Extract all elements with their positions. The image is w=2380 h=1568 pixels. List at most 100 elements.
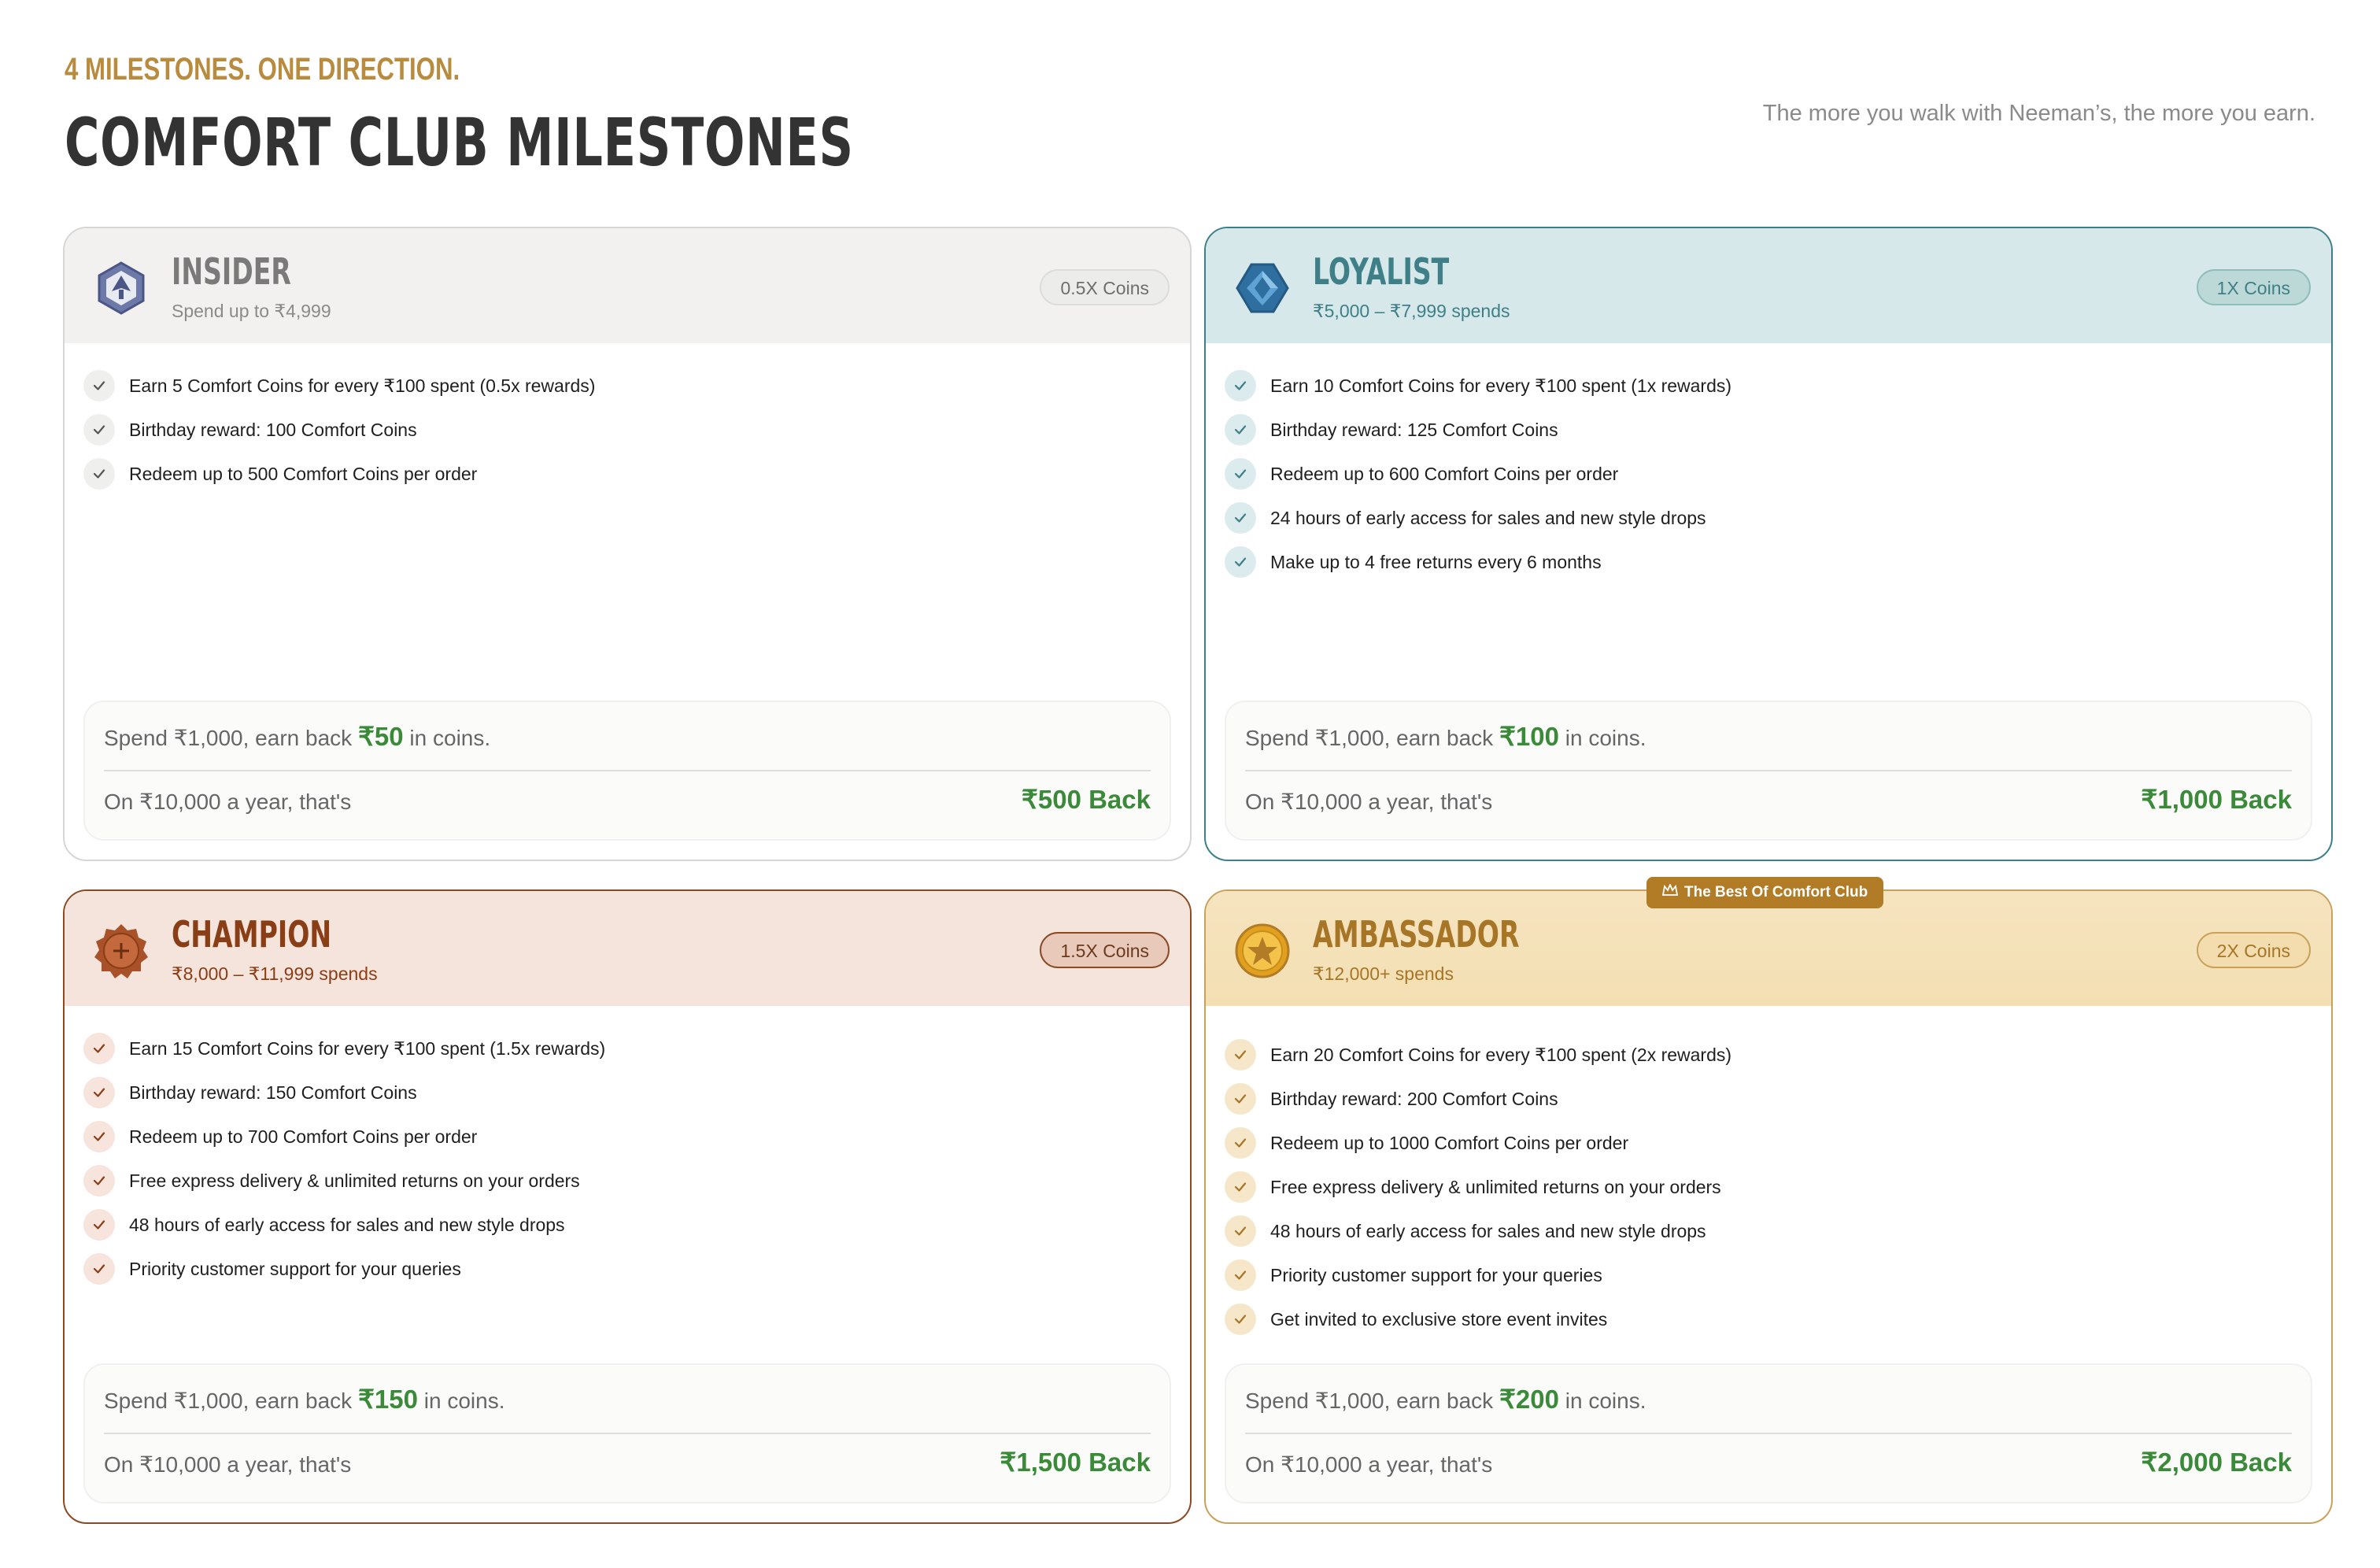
coins-multiplier-badge: 1.5X Coins (1040, 932, 1170, 968)
benefit-item: Earn 20 Comfort Coins for every ₹100 spe… (1225, 1033, 1731, 1077)
check-icon (1225, 1304, 1256, 1335)
divider (104, 770, 1151, 771)
yearly-label: On ₹10,000 a year, that's (1245, 1452, 1493, 1477)
coins-multiplier-badge: 0.5X Coins (1040, 269, 1170, 305)
benefit-item: Free express delivery & unlimited return… (83, 1159, 605, 1203)
benefit-item: Birthday reward: 150 Comfort Coins (83, 1071, 605, 1115)
benefit-text: Earn 15 Comfort Coins for every ₹100 spe… (129, 1037, 606, 1059)
coins-multiplier-badge: 2X Coins (2196, 932, 2311, 968)
tier-range: Spend up to ₹4,999 (172, 301, 331, 321)
tier-header: CHAMPION ₹8,000 – ₹11,999 spends 1.5X Co… (65, 891, 1190, 1006)
benefit-text: Birthday reward: 200 Comfort Coins (1270, 1088, 1558, 1109)
benefit-item: Earn 15 Comfort Coins for every ₹100 spe… (83, 1026, 605, 1071)
check-icon (1225, 1039, 1256, 1071)
section-eyebrow: 4 MILESTONES. ONE DIRECTION. (65, 52, 460, 87)
benefit-item: Earn 5 Comfort Coins for every ₹100 spen… (83, 364, 595, 408)
check-icon (83, 1165, 115, 1196)
benefit-item: Get invited to exclusive store event inv… (1225, 1297, 1731, 1341)
diamond-badge-icon (1234, 260, 1291, 316)
ribbon-label: The Best Of Comfort Club (1684, 884, 1868, 900)
benefit-text: Get invited to exclusive store event inv… (1270, 1308, 1608, 1329)
benefit-list: Earn 5 Comfort Coins for every ₹100 spen… (83, 364, 595, 496)
check-icon (83, 1077, 115, 1108)
page-title: COMFORT CLUB MILESTONES (65, 104, 854, 181)
benefit-text: Free express delivery & unlimited return… (129, 1170, 580, 1191)
tier-card-ambassador: AMBASSADOR ₹12,000+ spends 2X Coins The … (1204, 877, 2333, 1524)
benefit-text: Redeem up to 500 Comfort Coins per order (129, 463, 478, 484)
benefit-text: Make up to 4 free returns every 6 months (1270, 551, 1602, 572)
yearly-back-amount: ₹1,000 Back (2141, 785, 2292, 814)
benefit-text: 48 hours of early access for sales and n… (1270, 1220, 1706, 1241)
earn-back-amount: ₹100 (1499, 722, 1559, 751)
tier-range: ₹12,000+ spends (1313, 963, 1454, 984)
check-icon (1225, 1215, 1256, 1247)
tier-header: INSIDER Spend up to ₹4,999 0.5X Coins (65, 228, 1190, 343)
earnings-calculator: Spend ₹1,000, earn back ₹200 in coins. O… (1225, 1363, 2312, 1503)
benefit-text: Earn 20 Comfort Coins for every ₹100 spe… (1270, 1044, 1732, 1065)
yearly-back-amount: ₹1,500 Back (1000, 1448, 1151, 1477)
check-icon (1225, 370, 1256, 401)
benefit-text: Birthday reward: 100 Comfort Coins (129, 419, 417, 440)
check-icon (1225, 502, 1256, 534)
yearly-back-amount: ₹500 Back (1021, 785, 1151, 814)
check-icon (1225, 414, 1256, 446)
benefit-item: Redeem up to 700 Comfort Coins per order (83, 1115, 605, 1159)
yearly-label: On ₹10,000 a year, that's (104, 1452, 352, 1477)
check-icon (1225, 1259, 1256, 1291)
earnings-calculator: Spend ₹1,000, earn back ₹50 in coins. On… (83, 701, 1171, 841)
divider (1245, 1433, 2292, 1434)
tier-card-champion: CHAMPION ₹8,000 – ₹11,999 spends 1.5X Co… (63, 889, 1192, 1524)
benefit-list: Earn 15 Comfort Coins for every ₹100 spe… (83, 1026, 605, 1291)
benefit-text: Earn 10 Comfort Coins for every ₹100 spe… (1270, 375, 1732, 396)
benefit-item: Priority customer support for your queri… (83, 1247, 605, 1291)
earn-back-text: Spend ₹1,000, earn back ₹150 in coins. (104, 1385, 505, 1414)
benefit-text: Birthday reward: 150 Comfort Coins (129, 1082, 417, 1103)
tier-header: LOYALIST ₹5,000 – ₹7,999 spends 1X Coins (1206, 228, 2331, 343)
benefit-text: Redeem up to 700 Comfort Coins per order (129, 1126, 478, 1147)
benefit-item: Free express delivery & unlimited return… (1225, 1165, 1731, 1209)
check-icon (83, 458, 115, 490)
tier-name: AMBASSADOR (1313, 913, 1520, 956)
bronze-seal-icon (93, 923, 150, 979)
check-icon (83, 1253, 115, 1285)
benefit-text: Redeem up to 1000 Comfort Coins per orde… (1270, 1132, 1629, 1153)
yearly-back-amount: ₹2,000 Back (2141, 1448, 2292, 1477)
tier-name: INSIDER (172, 250, 291, 293)
check-icon (1225, 1083, 1256, 1115)
yearly-label: On ₹10,000 a year, that's (104, 790, 352, 814)
benefit-item: 24 hours of early access for sales and n… (1225, 496, 1731, 540)
benefit-item: Make up to 4 free returns every 6 months (1225, 540, 1731, 584)
earn-back-amount: ₹50 (357, 722, 404, 751)
earn-back-text: Spend ₹1,000, earn back ₹50 in coins. (104, 722, 491, 751)
benefit-text: 48 hours of early access for sales and n… (129, 1214, 565, 1235)
benefit-item: Earn 10 Comfort Coins for every ₹100 spe… (1225, 364, 1731, 408)
tier-range: ₹8,000 – ₹11,999 spends (172, 963, 378, 984)
check-icon (83, 1033, 115, 1064)
check-icon (1225, 546, 1256, 578)
benefit-text: Priority customer support for your queri… (129, 1258, 461, 1279)
crown-icon (1661, 877, 1679, 908)
check-icon (1225, 458, 1256, 490)
benefit-text: Priority customer support for your queri… (1270, 1264, 1602, 1285)
tier-card-loyalist: LOYALIST ₹5,000 – ₹7,999 spends 1X Coins… (1204, 227, 2333, 861)
tier-card-insider: INSIDER Spend up to ₹4,999 0.5X Coins Ea… (63, 227, 1192, 861)
earnings-calculator: Spend ₹1,000, earn back ₹100 in coins. O… (1225, 701, 2312, 841)
check-icon (1225, 1171, 1256, 1203)
benefit-item: Birthday reward: 125 Comfort Coins (1225, 408, 1731, 452)
earn-back-amount: ₹200 (1499, 1385, 1559, 1414)
check-icon (1225, 1127, 1256, 1159)
tier-name: CHAMPION (172, 913, 332, 956)
check-icon (83, 1121, 115, 1152)
earnings-calculator: Spend ₹1,000, earn back ₹150 in coins. O… (83, 1363, 1171, 1503)
benefit-text: Earn 5 Comfort Coins for every ₹100 spen… (129, 375, 596, 396)
gold-star-coin-icon (1234, 923, 1291, 979)
benefit-item: Birthday reward: 200 Comfort Coins (1225, 1077, 1731, 1121)
section-tagline: The more you walk with Neeman’s, the mor… (1762, 101, 2315, 126)
yearly-label: On ₹10,000 a year, that's (1245, 790, 1493, 814)
benefit-text: 24 hours of early access for sales and n… (1270, 507, 1706, 528)
benefit-text: Free express delivery & unlimited return… (1270, 1176, 1721, 1197)
benefit-text: Birthday reward: 125 Comfort Coins (1270, 419, 1558, 440)
earn-back-amount: ₹150 (357, 1385, 418, 1414)
coins-multiplier-badge: 1X Coins (2196, 269, 2311, 305)
check-icon (83, 370, 115, 401)
